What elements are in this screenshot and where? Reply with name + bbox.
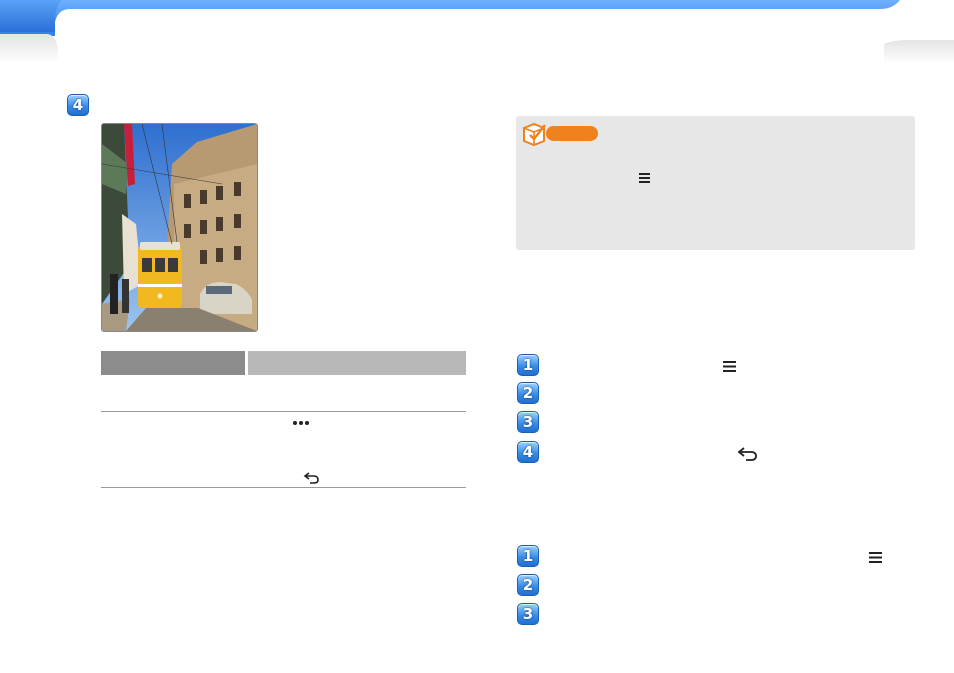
step-badge-4: 4: [517, 441, 539, 463]
step-badge-1: 1: [517, 545, 539, 567]
step-badge-3: 3: [517, 603, 539, 625]
back-icon: [303, 472, 319, 484]
table-bottom-rule: [101, 487, 466, 488]
table-header-right: [248, 351, 466, 375]
note-label-pill: [546, 126, 598, 141]
step-badge-4: 4: [67, 94, 89, 116]
note-check-icon: [523, 122, 546, 147]
step-badge-2: 2: [517, 574, 539, 596]
top-header-bar: [0, 0, 954, 64]
step-badge-3: 3: [517, 411, 539, 433]
back-icon: [737, 447, 757, 461]
menu-icon: [723, 361, 736, 372]
more-icon: [293, 421, 309, 425]
table-header-left: [101, 351, 245, 375]
table-row-divider: [101, 411, 466, 412]
menu-icon: [869, 552, 882, 563]
step-badge-2: 2: [517, 382, 539, 404]
step-badge-1: 1: [517, 354, 539, 376]
menu-icon: [639, 173, 650, 183]
tram-street-photo: [101, 123, 258, 332]
